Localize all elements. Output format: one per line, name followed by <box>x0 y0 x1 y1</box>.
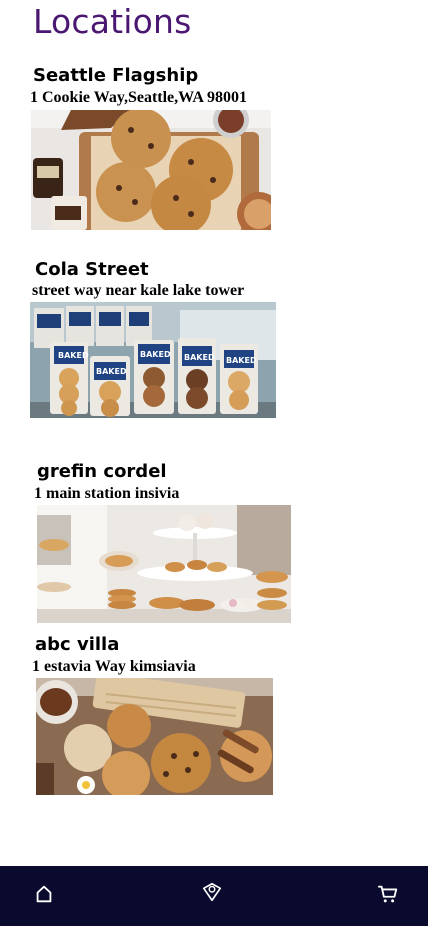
cart-button[interactable] <box>374 880 402 908</box>
location-name: abc villa <box>35 634 120 655</box>
home-icon <box>36 885 52 903</box>
location-photo[interactable] <box>36 678 273 795</box>
location-photo[interactable] <box>31 110 271 230</box>
svg-text:BAKED: BAKED <box>140 350 171 359</box>
location-address: 1 Cookie Way,Seattle,WA 98001 <box>30 89 248 106</box>
locations-button[interactable] <box>198 878 226 906</box>
location-name: Cola Street <box>35 259 149 280</box>
location-address: 1 main station insivia <box>34 485 180 502</box>
svg-text:BAKED: BAKED <box>58 351 89 360</box>
page-title: Locations <box>33 2 192 41</box>
location-address: street way near kale lake tower <box>32 282 245 299</box>
location-photo[interactable] <box>37 505 291 623</box>
pastry-stand-photo <box>37 505 291 623</box>
bottom-nav <box>0 866 428 926</box>
home-button[interactable] <box>30 880 58 908</box>
location-photo[interactable]: BAKED BAKED BAKED BAKED BAKED <box>30 302 276 418</box>
svg-text:BAKED: BAKED <box>226 356 257 365</box>
cookie-basket-photo <box>36 678 273 795</box>
cookies-on-board-photo <box>31 110 271 230</box>
location-pin-icon <box>202 882 222 902</box>
svg-text:BAKED: BAKED <box>184 353 215 362</box>
bagged-cookies-photo: BAKED BAKED BAKED BAKED BAKED <box>30 302 276 418</box>
location-name: Seattle Flagship <box>33 65 199 86</box>
svg-text:BAKED: BAKED <box>96 367 127 376</box>
cart-icon <box>377 885 398 903</box>
location-name: grefin cordel <box>37 461 167 482</box>
location-address: 1 estavia Way kimsiavia <box>32 658 196 675</box>
